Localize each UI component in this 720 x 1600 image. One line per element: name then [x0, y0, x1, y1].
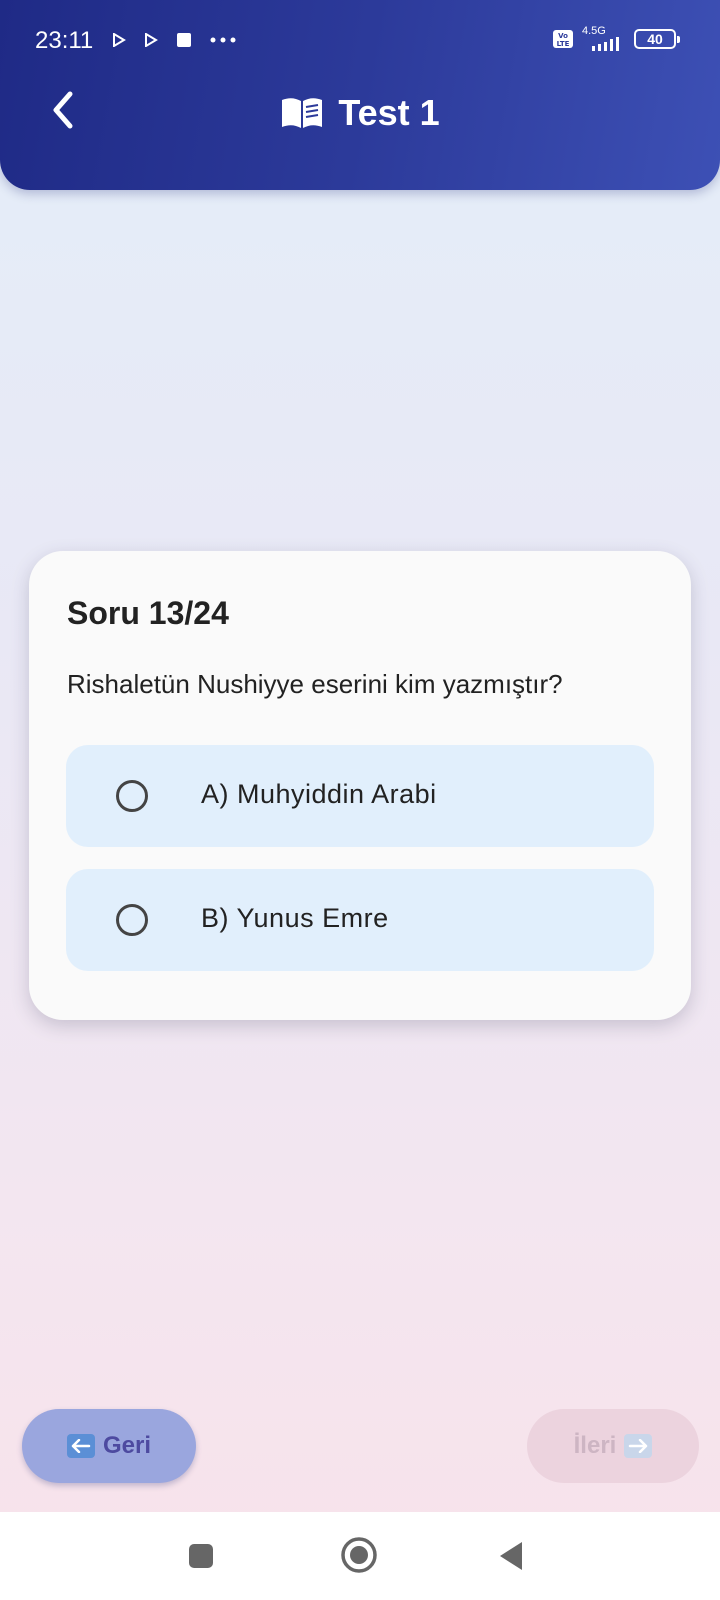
- radio-unchecked-icon[interactable]: [116, 904, 148, 936]
- notification-icons: [112, 32, 236, 48]
- answer-option-b[interactable]: B) Yunus Emre: [66, 869, 654, 971]
- back-nav-button[interactable]: [498, 1541, 524, 1571]
- volte-icon: VoLTE: [553, 29, 573, 48]
- play-store-icon: [113, 33, 126, 47]
- app-header: 23:11 Vo LTE 4.5G 40 Test 1: [0, 0, 720, 190]
- previous-button-label: Geri: [102, 1432, 152, 1459]
- more-notifications-icon: [210, 37, 236, 43]
- signal-icon: [592, 37, 619, 51]
- system-status-icons: Vo LTE 4.5G 40: [552, 25, 680, 51]
- answer-option-label: B) Yunus Emre: [201, 903, 389, 933]
- home-button[interactable]: [340, 1536, 378, 1574]
- battery-icon: 40: [634, 28, 680, 49]
- recent-apps-button[interactable]: [188, 1543, 214, 1569]
- answer-option-label: A) Muhyiddin Arabi: [201, 779, 437, 809]
- radio-unchecked-icon[interactable]: [116, 780, 148, 812]
- next-button[interactable]: İleri: [527, 1409, 699, 1483]
- square-notification-icon: [177, 33, 191, 47]
- arrow-left-icon: [66, 1434, 95, 1458]
- book-icon: [282, 98, 323, 128]
- svg-text:LTE: LTE: [557, 40, 570, 48]
- page-title: Test 1: [338, 92, 440, 133]
- svg-text:Vo: Vo: [558, 32, 568, 40]
- question-card: Soru 13/24 Rishaletün Nushiyye eserini k…: [29, 551, 691, 1020]
- play-store-icon: [145, 33, 158, 47]
- status-bar: 23:11 Vo LTE 4.5G 40: [0, 0, 720, 80]
- arrow-right-icon: [624, 1434, 653, 1458]
- answer-option-a[interactable]: A) Muhyiddin Arabi: [66, 745, 654, 847]
- question-text: Rishaletün Nushiyye eserini kim yazmıştı…: [67, 669, 563, 699]
- status-time: 23:11: [35, 27, 94, 54]
- system-navigation-bar: [0, 1512, 720, 1600]
- title-group: Test 1: [0, 88, 720, 138]
- question-counter: Soru 13/24: [67, 595, 229, 631]
- network-type: 4.5G: [582, 25, 606, 37]
- next-button-label: İleri: [573, 1432, 617, 1459]
- previous-button[interactable]: Geri: [22, 1409, 196, 1483]
